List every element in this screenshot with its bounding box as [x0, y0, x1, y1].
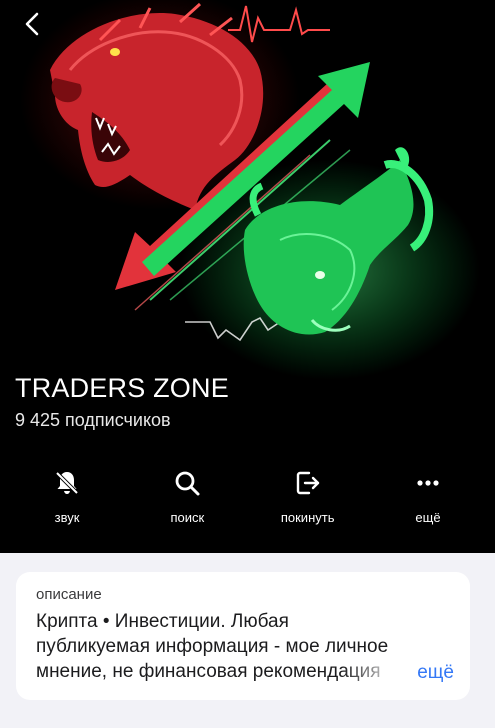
description-text-wrap: Крипта • Инвестиции. Любая публикуемая и…: [36, 609, 450, 684]
channel-name: TRADERS ZONE: [15, 373, 229, 403]
more-icon: [411, 466, 445, 500]
more-button[interactable]: ещё: [383, 466, 473, 526]
back-button[interactable]: [14, 6, 50, 42]
description-card: описание Крипта • Инвестиции. Любая публ…: [16, 572, 470, 700]
mute-button-label: звук: [54, 510, 80, 525]
search-button[interactable]: поиск: [142, 466, 232, 526]
channel-actions-bar: звук поиск покинуть ещё: [0, 466, 495, 526]
subscriber-count: 9 425 подписчиков: [15, 410, 171, 430]
mute-button[interactable]: звук: [22, 466, 112, 526]
leave-button[interactable]: покинуть: [263, 466, 353, 526]
channel-header: TRADERS ZONE 9 425 подписчиков звук поис…: [0, 0, 495, 553]
leave-icon: [291, 466, 325, 500]
description-fade: [342, 659, 402, 684]
leave-button-label: покинуть: [280, 510, 335, 525]
search-icon: [170, 466, 204, 500]
channel-cover-art: [20, 0, 480, 380]
description-text: Крипта • Инвестиции. Любая публикуемая и…: [36, 611, 389, 682]
description-more-link[interactable]: ещё: [417, 662, 454, 684]
description-label: описание: [36, 586, 102, 603]
search-button-label: поиск: [170, 510, 205, 525]
bell-slash-icon: [50, 466, 84, 500]
chevron-left-icon: [25, 12, 39, 36]
more-button-label: ещё: [415, 510, 441, 525]
